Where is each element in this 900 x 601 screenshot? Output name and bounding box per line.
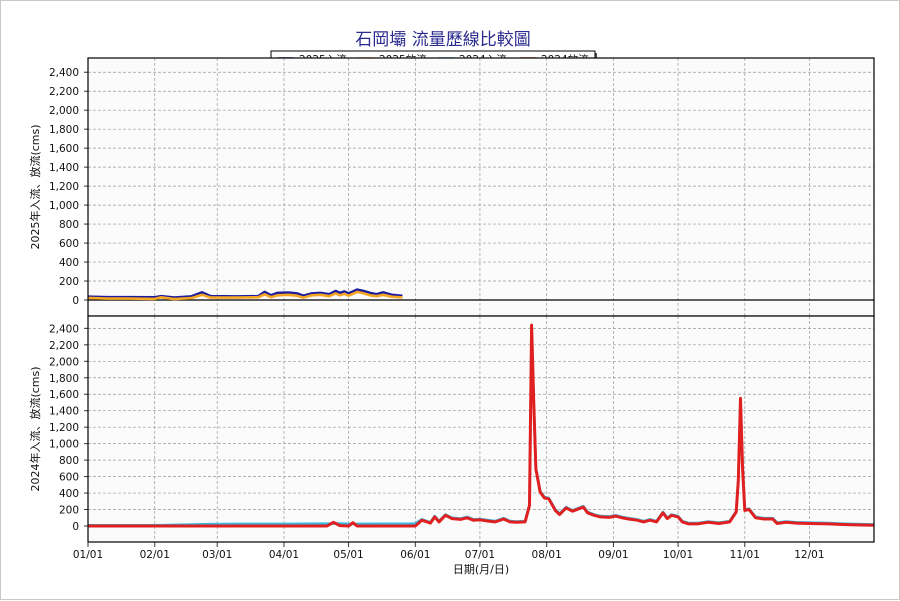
- y-tick-label: 200: [59, 276, 79, 288]
- y-tick-label: 800: [59, 219, 79, 231]
- y-tick-label: 2,200: [49, 86, 79, 98]
- x-tick-label: 09/01: [598, 549, 628, 561]
- y-tick-label: 1,600: [49, 143, 79, 155]
- chart-title: 石岡壩 流量歷線比較圖: [355, 30, 530, 50]
- y-axis-title: 2025年入流、放流(cms): [28, 124, 42, 249]
- x-tick-label: 08/01: [532, 549, 562, 561]
- x-tick-label: 03/01: [202, 549, 232, 561]
- y-tick-label: 1,800: [49, 373, 79, 385]
- x-tick-label: 07/01: [465, 549, 495, 561]
- y-tick-label: 2,400: [49, 67, 79, 79]
- y-tick-label: 200: [59, 505, 79, 517]
- y-tick-label: 2,000: [49, 105, 79, 117]
- y-tick-label: 1,000: [49, 200, 79, 212]
- x-tick-label: 04/01: [269, 549, 299, 561]
- y-tick-label: 2,200: [49, 340, 79, 352]
- y-tick-label: 600: [59, 238, 79, 250]
- y-tick-label: 1,400: [49, 162, 79, 174]
- y-tick-label: 1,200: [49, 181, 79, 193]
- panel-2025: 0 200 400 600 800 1,000 1,200 1,400 1,600 1,800 2,…: [28, 57, 875, 317]
- x-axis-title: 日期(月/日): [453, 563, 509, 576]
- plot-background: [88, 316, 874, 542]
- x-tick-label: 01/01: [73, 549, 103, 561]
- x-tick-label: 06/01: [400, 549, 430, 561]
- y-tick-label: 600: [59, 472, 79, 484]
- y-tick-label: 2,000: [49, 356, 79, 368]
- x-axis: 01/01 02/01 03/01 04/01 05/01 06/01 07/01 08/01…: [73, 542, 825, 561]
- x-tick-label: 02/01: [140, 549, 170, 561]
- y-tick-label: 1,600: [49, 389, 79, 401]
- y-tick-label: 400: [59, 257, 79, 269]
- y-tick-label: 400: [59, 488, 79, 500]
- y-tick-label: 800: [59, 455, 79, 467]
- x-tick-label: 11/01: [730, 549, 760, 561]
- y-tick-label: 1,000: [49, 439, 79, 451]
- y-tick-label: 0: [72, 521, 79, 533]
- y-tick-label: 2,400: [49, 323, 79, 335]
- x-tick-label: 10/01: [663, 549, 693, 561]
- chart-frame: 石岡壩 流量歷線比較圖 2025入流2025放流2024入流2024放流 020…: [0, 0, 900, 600]
- y-axis-title: 2024年入流、放流(cms): [28, 366, 42, 491]
- y-tick-label: 1,200: [49, 422, 79, 434]
- y-tick-label: 0: [72, 295, 79, 307]
- panel-2024: 0 200 400 600 800 1,000 1,200 1,400 1,600 1,800 2,…: [28, 315, 875, 543]
- plot-background: [88, 58, 874, 316]
- x-tick-label: 05/01: [333, 549, 363, 561]
- y-tick-label: 1,800: [49, 124, 79, 136]
- y-tick-label: 1,400: [49, 406, 79, 418]
- flow-comparison-chart: 石岡壩 流量歷線比較圖 2025入流2025放流2024入流2024放流 020…: [28, 30, 875, 576]
- x-tick-label: 12/01: [794, 549, 824, 561]
